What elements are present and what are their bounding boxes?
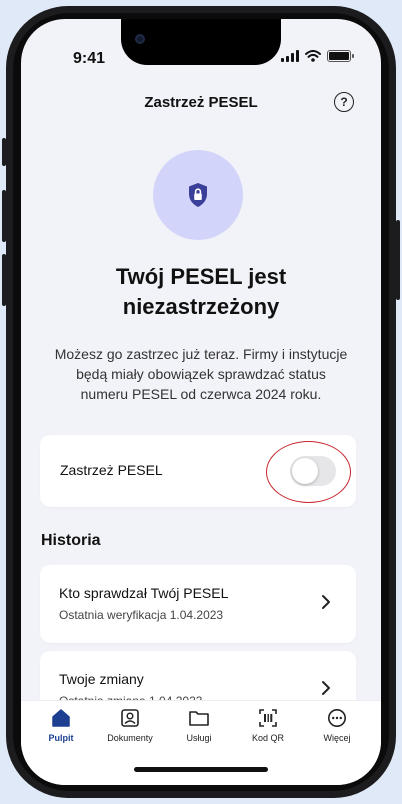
restrict-pesel-label: Zastrzeż PESEL — [60, 462, 163, 478]
wifi-icon — [305, 50, 321, 62]
status-icons — [281, 50, 354, 62]
status-time: 9:41 — [73, 50, 106, 67]
tab-dokumenty[interactable]: Dokumenty — [94, 708, 166, 743]
home-indicator — [134, 767, 268, 772]
mute-switch — [2, 138, 6, 166]
more-icon — [328, 709, 346, 727]
power-button — [396, 220, 400, 300]
page-title: Zastrzeż PESEL — [144, 94, 258, 111]
highlight-ellipse — [266, 441, 351, 503]
id-card-icon — [121, 709, 139, 727]
tab-bar: Pulpit Dokumenty Usługi Kod QR Więcej — [21, 700, 381, 785]
shield-lock-icon — [189, 183, 207, 207]
signal-icon — [281, 50, 299, 62]
hero-badge — [153, 150, 243, 240]
tab-label: Dokumenty — [107, 733, 153, 743]
volume-down-button — [2, 254, 6, 306]
history-item-title: Twoje zmiany — [59, 671, 144, 687]
tab-kod-qr[interactable]: Kod QR — [232, 708, 304, 743]
notch — [121, 19, 281, 65]
history-heading: Historia — [41, 532, 101, 549]
tab-wiecej[interactable]: Więcej — [301, 708, 373, 743]
screen: 9:41 Zastrzeż PESEL ? Twój PESEL jest ni… — [21, 19, 381, 785]
tab-label: Kod QR — [251, 733, 284, 743]
chevron-right-icon — [322, 681, 330, 695]
status-description: Możesz go zastrzec już teraz. Firmy i in… — [54, 346, 348, 402]
chevron-right-icon — [322, 595, 330, 609]
history-item-checks[interactable]: Kto sprawdzał Twój PESEL Ostatnia weryfi… — [40, 565, 356, 643]
help-icon[interactable]: ? — [334, 92, 354, 112]
tab-label: Więcej — [323, 733, 351, 743]
battery-icon — [327, 50, 354, 62]
camera-icon — [135, 34, 145, 44]
status-heading: Twój PESEL jest niezastrzeżony — [115, 264, 287, 319]
history-item-title: Kto sprawdzał Twój PESEL — [59, 585, 229, 601]
volume-up-button — [2, 190, 6, 242]
tab-label: Pulpit — [48, 733, 74, 743]
history-item-subtitle: Ostatnia weryfikacja 1.04.2023 — [59, 608, 224, 622]
tab-uslugi[interactable]: Usługi — [163, 708, 235, 743]
qr-scan-icon — [259, 709, 277, 727]
home-icon — [52, 709, 70, 727]
tab-label: Usługi — [186, 733, 212, 743]
folder-icon — [189, 711, 209, 726]
tab-pulpit[interactable]: Pulpit — [25, 708, 97, 743]
